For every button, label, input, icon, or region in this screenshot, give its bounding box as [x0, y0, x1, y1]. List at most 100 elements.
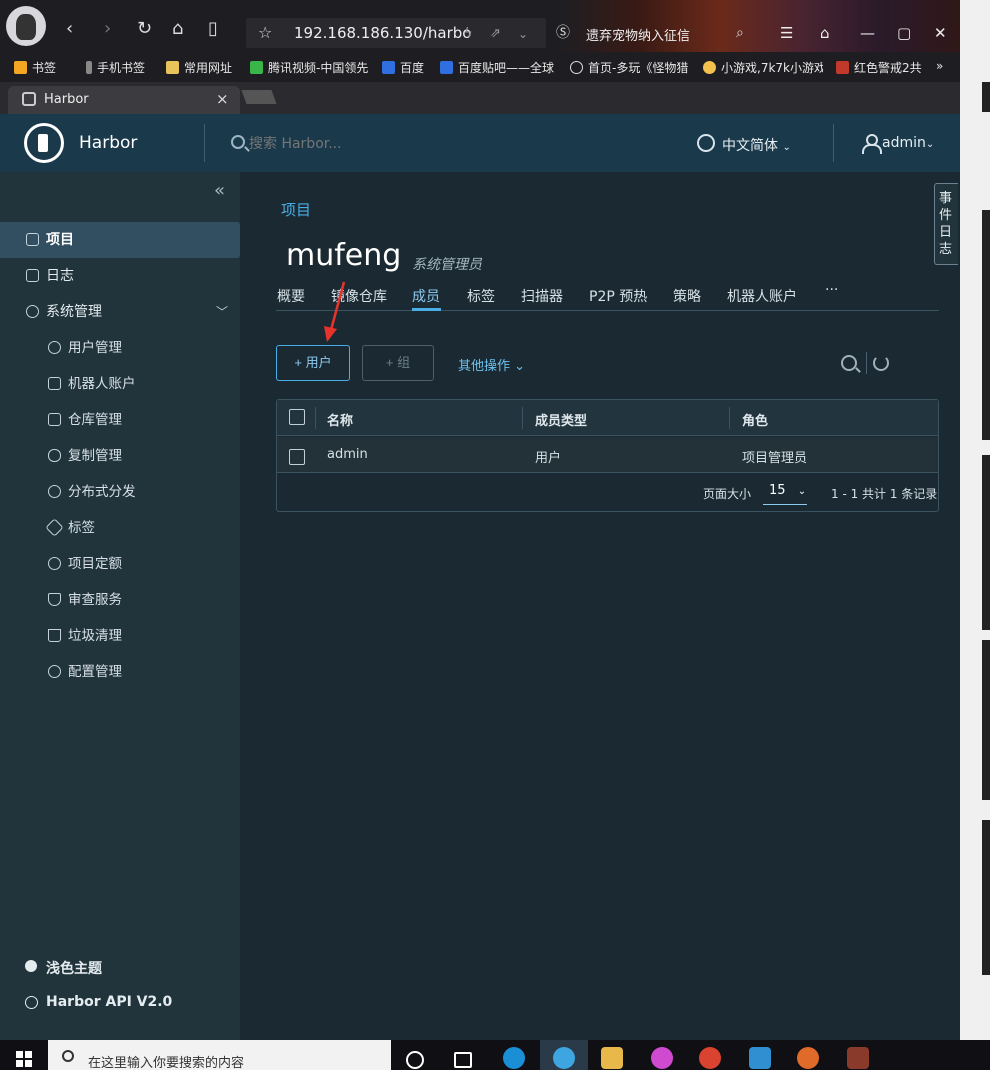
column-divider[interactable]: [729, 407, 730, 429]
tab-scanner[interactable]: 扫描器: [521, 286, 563, 306]
home-icon[interactable]: ⌂: [172, 20, 183, 38]
bookmark-item[interactable]: 腾讯视频-中国领先: [250, 59, 368, 76]
bookmark-item[interactable]: 红色警戒2共: [836, 59, 926, 76]
minimize-icon[interactable]: —: [860, 24, 875, 42]
page-size-select[interactable]: 15 ⌄: [763, 483, 807, 505]
tab-members[interactable]: 成员: [412, 286, 440, 306]
share-icon: [48, 485, 61, 498]
back-icon[interactable]: ‹: [66, 20, 73, 38]
sidebar-item-registries[interactable]: 仓库管理: [0, 402, 240, 438]
api-link[interactable]: Harbor API V2.0: [46, 994, 172, 1010]
sidebar-item-projects[interactable]: 项目: [0, 222, 240, 258]
browser-app-icon[interactable]: [553, 1047, 575, 1069]
sidebar-item-configuration[interactable]: 配置管理: [0, 654, 240, 690]
tag-icon: [45, 518, 64, 537]
swirl-app-icon[interactable]: [699, 1047, 721, 1069]
search-input[interactable]: [249, 136, 429, 152]
sidebar-item-administration[interactable]: 系统管理 ﹀: [0, 294, 240, 330]
sidebar-item-labels[interactable]: 标签: [0, 510, 240, 546]
select-all-checkbox[interactable]: [289, 409, 305, 425]
tab-summary[interactable]: 概要: [277, 286, 305, 306]
robot-icon: [48, 377, 61, 390]
harbor-logo-icon[interactable]: [24, 123, 64, 163]
harbor-favicon: [22, 92, 36, 106]
close-window-icon[interactable]: ✕: [934, 24, 947, 42]
bookmark-item[interactable]: 小游戏,7k7k小游戏: [703, 59, 823, 76]
maximize-icon[interactable]: ▢: [897, 24, 911, 42]
add-group-button[interactable]: + 组: [362, 345, 434, 381]
add-user-button[interactable]: + 用户: [276, 345, 350, 381]
bookmark-item[interactable]: 百度贴吧——全球: [440, 59, 558, 76]
edge-icon[interactable]: [503, 1047, 525, 1069]
sidebar-item-gc[interactable]: 垃圾清理: [0, 618, 240, 654]
tab-close-icon[interactable]: ×: [216, 90, 229, 108]
sidebar-item-robot-accounts[interactable]: 机器人账户: [0, 366, 240, 402]
pagination-info: 1 - 1 共计 1 条记录: [831, 487, 938, 501]
task-view-icon[interactable]: [454, 1052, 472, 1068]
taskbar-search-text[interactable]: 在这里输入你要搜索的内容: [88, 1052, 244, 1070]
bookmark-item[interactable]: 首页-多玩《怪物猎: [570, 59, 690, 76]
dropdown-icon[interactable]: ⌄: [518, 25, 528, 43]
tab-p2p-preheat[interactable]: P2P 预热: [589, 286, 647, 306]
more-actions-dropdown[interactable]: 其他操作 ⌄: [458, 355, 525, 374]
star-icon[interactable]: ☆: [258, 24, 272, 42]
sidebar-item-distributions[interactable]: 分布式分发: [0, 474, 240, 510]
project-role: 系统管理员: [412, 257, 482, 273]
tab-policy[interactable]: 策略: [673, 286, 701, 306]
reader-icon[interactable]: ▯: [208, 20, 218, 38]
bookmark-item[interactable]: 手机书签: [86, 59, 145, 76]
bookmark-item[interactable]: 书签: [14, 59, 56, 76]
origin-icon[interactable]: [797, 1047, 819, 1069]
filter-search-icon[interactable]: [841, 355, 857, 371]
cell-name: admin: [327, 447, 368, 462]
brand-name[interactable]: Harbor: [79, 133, 137, 153]
cell-role: 项目管理员: [742, 451, 808, 466]
theme-toggle[interactable]: 浅色主题: [46, 958, 102, 978]
table-row[interactable]: [277, 437, 938, 473]
adjacent-block: [982, 210, 990, 440]
share-out-icon[interactable]: ⇗: [490, 25, 501, 43]
browser-search-icon[interactable]: ⌕: [736, 24, 744, 42]
column-header-name[interactable]: 名称: [327, 410, 353, 429]
user-menu[interactable]: admin⌄: [882, 135, 934, 151]
sidebar-item-replications[interactable]: 复制管理: [0, 438, 240, 474]
tab-more[interactable]: ···: [825, 282, 838, 298]
column-header-role[interactable]: 角色: [742, 410, 768, 429]
forward-icon[interactable]: ›: [104, 20, 111, 38]
column-divider[interactable]: [522, 407, 523, 429]
collapse-sidebar-icon[interactable]: «: [214, 180, 225, 201]
cortana-icon[interactable]: [406, 1051, 424, 1069]
news-ticker[interactable]: 遗弃宠物纳入征信: [586, 25, 690, 44]
shirt-icon[interactable]: ⌂: [820, 24, 830, 42]
browser-avatar[interactable]: [6, 6, 46, 46]
shield-icon: [48, 593, 61, 606]
color-app-icon[interactable]: [651, 1047, 673, 1069]
refresh-icon[interactable]: [873, 355, 889, 371]
tab-labels[interactable]: 标签: [467, 286, 495, 306]
explorer-icon[interactable]: [601, 1047, 623, 1069]
game-app-icon[interactable]: [847, 1047, 869, 1069]
more-bookmarks-icon[interactable]: »: [936, 59, 943, 73]
breadcrumb[interactable]: 项目: [281, 199, 311, 220]
lightning-icon[interactable]: ϟ: [464, 25, 473, 43]
bookmark-item[interactable]: 百度: [382, 59, 424, 76]
event-log-label[interactable]: 事件日志: [939, 190, 953, 258]
menu-icon[interactable]: ☰: [780, 24, 793, 42]
sidebar-item-interrogation[interactable]: 审查服务: [0, 582, 240, 618]
url-text[interactable]: 192.168.186.130/harbo: [294, 24, 471, 42]
sidebar-item-quotas[interactable]: 项目定额: [0, 546, 240, 582]
row-checkbox[interactable]: [289, 449, 305, 465]
reload-icon[interactable]: ↻: [137, 20, 152, 38]
column-header-member-type[interactable]: 成员类型: [535, 410, 587, 429]
bookmark-item[interactable]: 常用网址: [166, 59, 232, 76]
sogou-icon[interactable]: Ⓢ: [556, 24, 570, 42]
language-selector[interactable]: 中文简体 ⌄: [722, 135, 791, 155]
window-app-icon[interactable]: [749, 1047, 771, 1069]
new-tab-button[interactable]: [241, 90, 277, 104]
browser-tab[interactable]: [8, 86, 240, 114]
sidebar-item-logs[interactable]: 日志: [0, 258, 240, 294]
sidebar-item-users[interactable]: 用户管理: [0, 330, 240, 366]
tab-repositories[interactable]: 镜像仓库: [331, 286, 387, 306]
tab-robot-accounts[interactable]: 机器人账户: [727, 286, 797, 306]
windows-start-icon[interactable]: [16, 1051, 32, 1067]
